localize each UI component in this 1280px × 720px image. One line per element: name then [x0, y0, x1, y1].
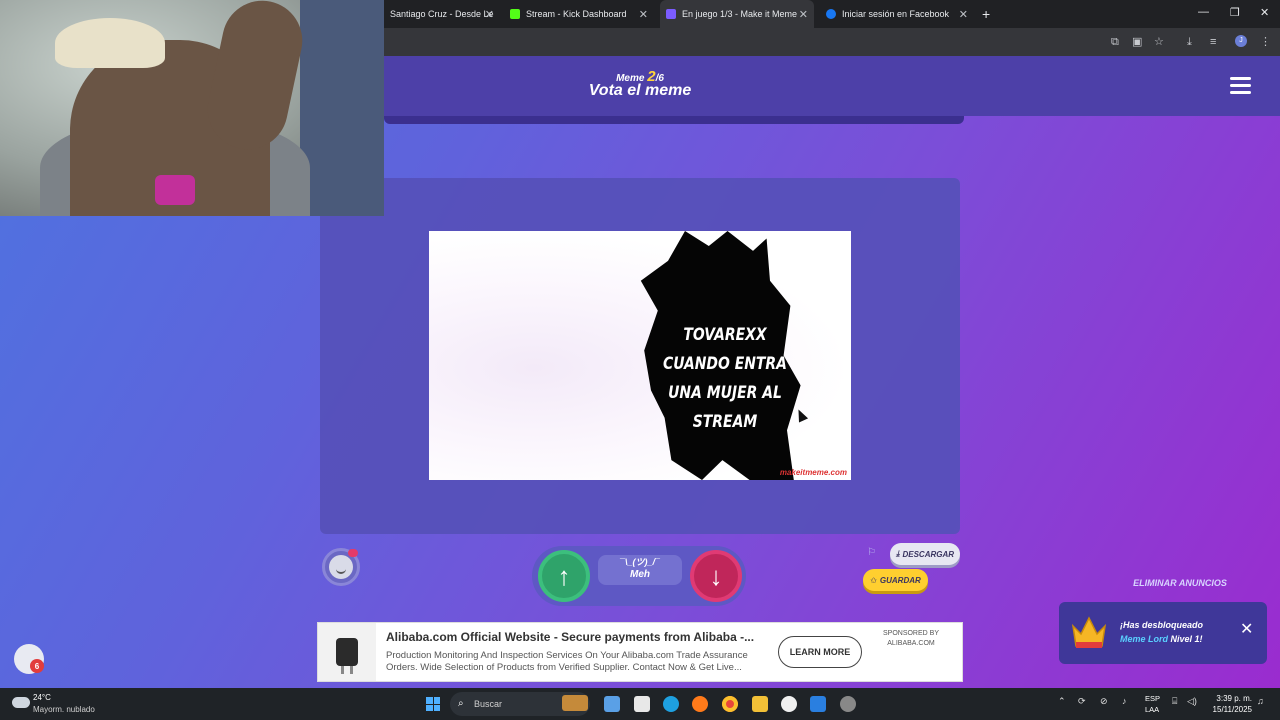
star-icon: ✩	[870, 575, 877, 585]
cloud-icon[interactable]	[12, 697, 30, 708]
volume-icon[interactable]: ◁)	[1187, 696, 1197, 707]
windows-start-icon[interactable]	[426, 697, 440, 711]
download-label: DESCARGAR	[902, 549, 955, 559]
chevron-up-icon[interactable]: ⌃	[1058, 696, 1066, 707]
tab-title: En juego 1/3 - Make it Meme	[682, 9, 798, 19]
media-control-icon[interactable]: ≡	[1210, 35, 1216, 49]
microphone-icon[interactable]: ♪	[1122, 696, 1127, 706]
toast-prefix: ¡Has desbloqueado	[1120, 620, 1204, 630]
facebook-icon	[826, 9, 836, 19]
header-shadow	[384, 116, 964, 124]
tab-title: Stream - Kick Dashboard	[526, 9, 627, 19]
firefox-icon[interactable]	[692, 696, 708, 712]
close-window-icon[interactable]: ✕	[1260, 6, 1269, 19]
meh-label: Meh	[630, 569, 650, 580]
arrow-up-icon: ↑	[557, 560, 571, 591]
webcam-cap	[55, 18, 165, 68]
close-tab-icon[interactable]: ✕	[485, 8, 494, 21]
security-shield-icon[interactable]	[810, 696, 826, 712]
meme-watermark: makeitmeme.com	[779, 468, 847, 477]
sync-icon[interactable]: ⟳	[1078, 696, 1086, 707]
close-tab-icon[interactable]: ✕	[799, 8, 808, 21]
download-icon[interactable]: ⤓	[1187, 35, 1192, 49]
webcam-microphone	[155, 175, 195, 205]
shrug-emoticon: ¯\_(ツ)_/¯	[620, 557, 660, 567]
remove-ads-link[interactable]: ELIMINAR ANUNCIOS	[1120, 578, 1240, 588]
toast-message: ¡Has desbloqueado Meme Lord Nivel 1!	[1120, 618, 1230, 646]
settings-gear-icon[interactable]	[840, 696, 856, 712]
save-button[interactable]: ✩ GUARDAR	[863, 569, 928, 591]
toast-suffix: Nivel 1!	[1168, 634, 1203, 644]
save-label: GUARDAR	[879, 575, 921, 585]
system-clock[interactable]: 3:39 p. m. 15/11/2025	[1200, 693, 1252, 715]
make-it-meme-icon	[666, 9, 676, 19]
keyboard-layout-indicator[interactable]: LAA	[1145, 705, 1159, 714]
task-view-icon[interactable]	[634, 696, 650, 712]
widgets-app-icon[interactable]	[604, 696, 620, 712]
clock-time: 3:39 p. m.	[1216, 694, 1252, 703]
smiley-face-icon	[329, 555, 353, 579]
kick-icon	[510, 9, 520, 19]
sponsor-line-1: SPONSORED BY	[882, 630, 939, 637]
report-flag-icon[interactable]: ⚐	[867, 547, 877, 558]
notification-bell-icon[interactable]: ♫	[1257, 696, 1264, 706]
webcam-door	[300, 0, 384, 216]
tab-kick-dashboard[interactable]: Stream - Kick Dashboard ✕	[504, 0, 654, 28]
clock-date: 15/11/2025	[1212, 705, 1252, 714]
translate-icon[interactable]: ⧉	[1111, 35, 1119, 49]
learn-more-button[interactable]: LEARN MORE	[778, 636, 862, 668]
ad-product-image	[318, 623, 376, 681]
weather-temperature[interactable]: 24°C	[33, 693, 51, 702]
search-icon: ⌕	[458, 698, 464, 709]
close-toast-icon[interactable]: ✕	[1240, 619, 1253, 639]
download-button[interactable]: ⤓ DESCARGAR	[890, 543, 960, 565]
more-menu-icon[interactable]: ⋮	[1260, 35, 1271, 49]
sponsor-line-2: ALIBABA.COM	[887, 640, 935, 647]
webcam-overlay	[0, 0, 384, 216]
notification-dot	[348, 549, 358, 557]
advertisement-banner[interactable]: Alibaba.com Official Website - Secure pa…	[317, 622, 963, 682]
weather-description[interactable]: Mayorm. nublado	[33, 705, 95, 714]
chrome-icon[interactable]	[722, 696, 738, 712]
ad-sponsor: SPONSORED BY ALIBABA.COM	[874, 629, 948, 649]
tab-title: Iniciar sesión en Facebook	[842, 9, 950, 19]
browser-tab-bar: Santiago Cruz - Desde Le ✕ Stream - Kick…	[384, 0, 1280, 28]
notification-count-badge: 6	[30, 659, 44, 673]
game-header	[384, 56, 1280, 116]
ad-title[interactable]: Alibaba.com Official Website - Secure pa…	[386, 630, 766, 644]
profile-avatar[interactable]: J	[1235, 35, 1247, 47]
ad-description: Production Monitoring And Inspection Ser…	[386, 650, 748, 673]
hamburger-menu-icon[interactable]	[1230, 77, 1251, 95]
tab-santiago-cruz[interactable]: Santiago Cruz - Desde Le ✕	[384, 0, 500, 28]
tab-make-it-meme[interactable]: En juego 1/3 - Make it Meme ✕	[660, 0, 814, 28]
crown-icon	[1071, 616, 1107, 648]
network-off-icon[interactable]: ⊘	[1100, 696, 1108, 707]
vote-down-button[interactable]: ↓	[690, 550, 742, 602]
meh-button[interactable]: ¯\_(ツ)_/¯ Meh	[598, 555, 682, 585]
close-tab-icon[interactable]: ✕	[959, 8, 968, 21]
vote-up-button[interactable]: ↑	[538, 550, 590, 602]
meme-caption: TOVAREXX CUANDO ENTRA UNA MUJER AL STREA…	[663, 325, 787, 432]
language-indicator[interactable]: ESP	[1145, 694, 1160, 703]
page-title: Vota el meme	[588, 82, 692, 99]
wifi-icon[interactable]: ⌸	[1172, 696, 1177, 707]
arrow-down-icon: ↓	[709, 560, 723, 591]
bookmark-star-icon[interactable]: ☆	[1154, 35, 1164, 49]
tab-title: Santiago Cruz - Desde Le	[390, 9, 494, 19]
new-tab-button[interactable]: +	[982, 6, 990, 22]
tab-facebook[interactable]: Iniciar sesión en Facebook ✕	[820, 0, 974, 28]
cast-icon[interactable]: ▣	[1132, 35, 1142, 49]
minimize-icon[interactable]: —	[1198, 6, 1209, 18]
edge-browser-icon[interactable]	[663, 696, 679, 712]
search-highlight-image	[562, 695, 588, 711]
restore-icon[interactable]: ❐	[1230, 6, 1240, 19]
browser-toolbar: ⧉ ▣ ☆ ⤓ ≡ J ⋮	[384, 28, 1280, 56]
obs-icon[interactable]	[781, 696, 797, 712]
toast-highlight: Meme Lord	[1120, 634, 1169, 644]
plug-icon	[336, 638, 358, 674]
close-tab-icon[interactable]: ✕	[639, 8, 648, 21]
download-icon: ⤓	[895, 549, 900, 558]
file-explorer-icon[interactable]	[752, 696, 768, 712]
meme-image: TOVAREXX CUANDO ENTRA UNA MUJER AL STREA…	[429, 231, 851, 480]
